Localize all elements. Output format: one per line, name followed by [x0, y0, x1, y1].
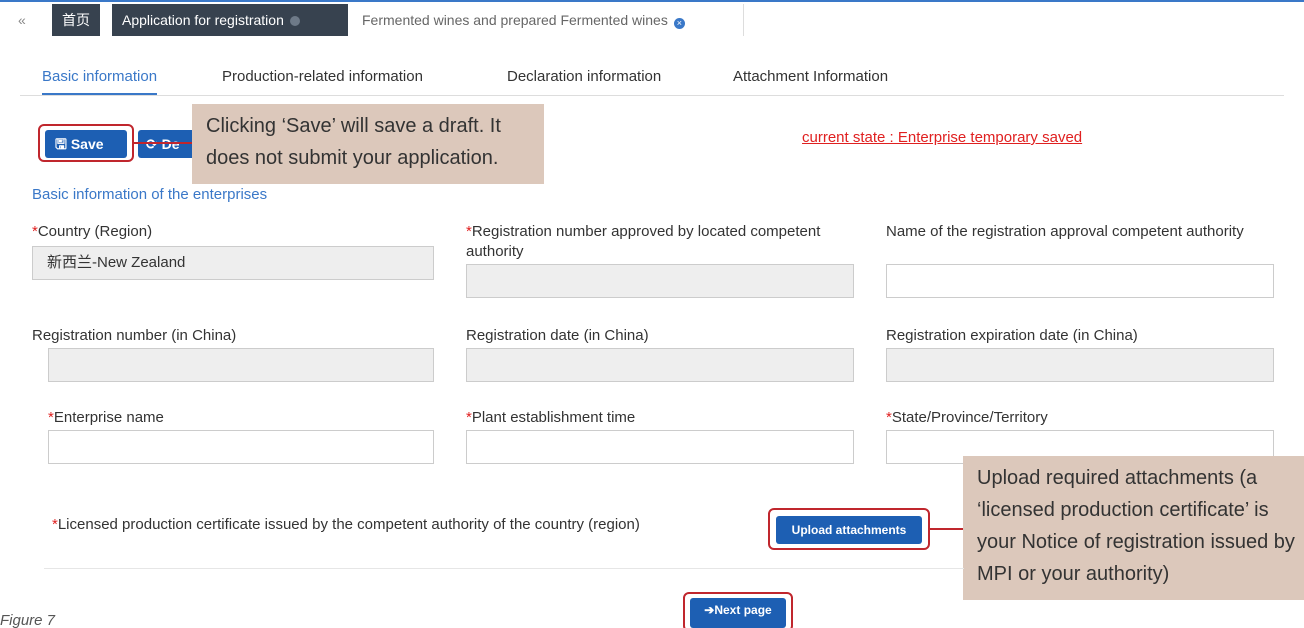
approval-authority-label: Name of the registration approval compet…	[886, 223, 1244, 240]
regexp-china-field	[886, 348, 1274, 382]
country-label: *Country (Region)	[32, 222, 152, 242]
regnum-approved-field	[466, 264, 854, 298]
figure-caption: Figure 7	[0, 612, 56, 628]
enterprise-name-label: *Enterprise name	[48, 408, 164, 428]
tab-application-label: Application for registration	[122, 12, 284, 28]
plant-time-label: *Plant establishment time	[466, 408, 635, 428]
tab-application[interactable]: Application for registration	[112, 4, 348, 36]
callout-connector	[930, 528, 964, 530]
state-province-label-text: State/Province/Territory	[891, 409, 1048, 426]
certificate-label: *Licensed production certificate issued …	[52, 516, 640, 533]
subtab-declaration[interactable]: Declaration information	[507, 68, 661, 85]
certificate-label-text: Licensed production certificate issued b…	[57, 516, 640, 533]
regdate-china-label: Registration date (in China)	[466, 327, 649, 344]
upload-callout: Upload required attachments (a ‘licensed…	[963, 456, 1304, 600]
approval-authority-field[interactable]	[886, 264, 1274, 298]
regdate-china-field	[466, 348, 854, 382]
draft-label: De	[161, 136, 180, 152]
tab-home[interactable]: 首页	[52, 4, 100, 36]
sub-tabs: Basic information Production-related inf…	[20, 60, 1284, 96]
current-state: current state : Enterprise temporary sav…	[802, 129, 1083, 146]
subtab-production-related[interactable]: Production-related information	[222, 68, 423, 85]
save-highlight	[38, 124, 134, 162]
double-chevron-left-icon[interactable]: «	[18, 12, 26, 28]
plant-time-field[interactable]	[466, 430, 854, 464]
country-label-text: Country (Region)	[37, 223, 153, 240]
regexp-china-label: Registration expiration date (in China)	[886, 327, 1138, 344]
enterprise-name-label-text: Enterprise name	[53, 409, 164, 426]
tab-bar: « 首页 Application for registration Fermen…	[0, 0, 1304, 36]
save-callout: Clicking ‘Save’ will save a draft. It do…	[192, 104, 544, 184]
subtab-attachment[interactable]: Attachment Information	[733, 68, 888, 85]
tab-wine[interactable]: Fermented wines and prepared Fermented w…	[352, 4, 744, 36]
callout-connector	[132, 142, 192, 144]
state-province-label: *State/Province/Territory	[886, 408, 1048, 428]
upload-highlight	[768, 508, 930, 550]
next-highlight	[683, 592, 793, 628]
section-title: Basic information of the enterprises	[32, 186, 268, 203]
regnum-approved-label: *Registration number approved by located…	[466, 222, 846, 262]
enterprise-name-field[interactable]	[48, 430, 434, 464]
divider	[44, 568, 964, 569]
regnum-china-label: Registration number (in China)	[32, 327, 237, 344]
plant-time-label-text: Plant establishment time	[471, 409, 636, 426]
close-icon[interactable]	[289, 16, 300, 26]
country-field: 新西兰-New Zealand	[32, 246, 434, 280]
tab-home-label: 首页	[62, 12, 90, 28]
tab-wine-label: Fermented wines and prepared Fermented w…	[362, 12, 668, 28]
regnum-china-field	[48, 348, 434, 382]
regnum-approved-label-text: Registration number approved by located …	[466, 223, 821, 260]
close-icon[interactable]: ×	[673, 18, 685, 29]
refresh-icon: ⟳	[146, 136, 162, 152]
subtab-basic-information[interactable]: Basic information	[42, 68, 158, 95]
